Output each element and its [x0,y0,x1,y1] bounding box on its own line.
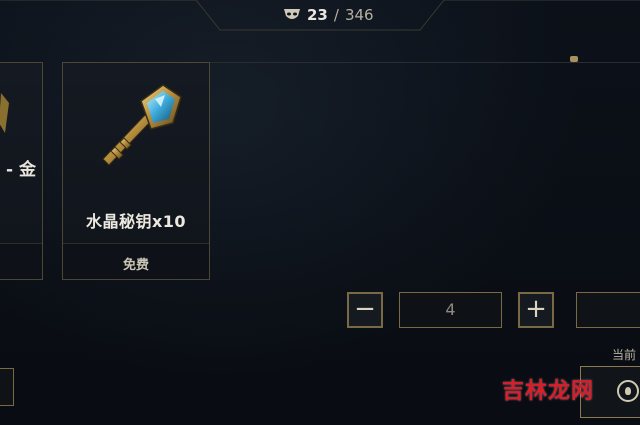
store-empty-area [210,62,640,280]
item-art-fragment [0,93,9,133]
card-item-name: 水晶秘钥x10 [85,212,187,231]
card-left-label: - 金 [6,160,36,180]
mask-icon [284,9,300,19]
counter-total: 346 [344,6,374,24]
quantity-increase-button[interactable]: + [518,292,554,328]
counter-separator: / [333,6,339,24]
coin-icon [617,380,639,402]
card-price-bar[interactable]: 免费 [63,243,209,279]
watermark-text: 吉林龙网 [502,378,595,404]
purchase-option-box[interactable] [576,292,640,328]
current-balance-label: 当前 [612,348,637,362]
card-price: 免费 [122,258,149,273]
quantity-input[interactable]: 4 [399,292,502,328]
card-left-price-bar [0,243,42,279]
crystal-key-icon [102,84,182,166]
store-card-left[interactable]: - 金 [0,62,43,280]
store-card-crystal-key[interactable]: 水晶秘钥x10 免费 [62,62,210,280]
left-action-box[interactable] [0,368,14,406]
counter-current: 23 [307,6,328,24]
collection-counter: 23 / 346 [283,5,374,25]
quantity-decrease-button[interactable]: − [347,292,383,328]
